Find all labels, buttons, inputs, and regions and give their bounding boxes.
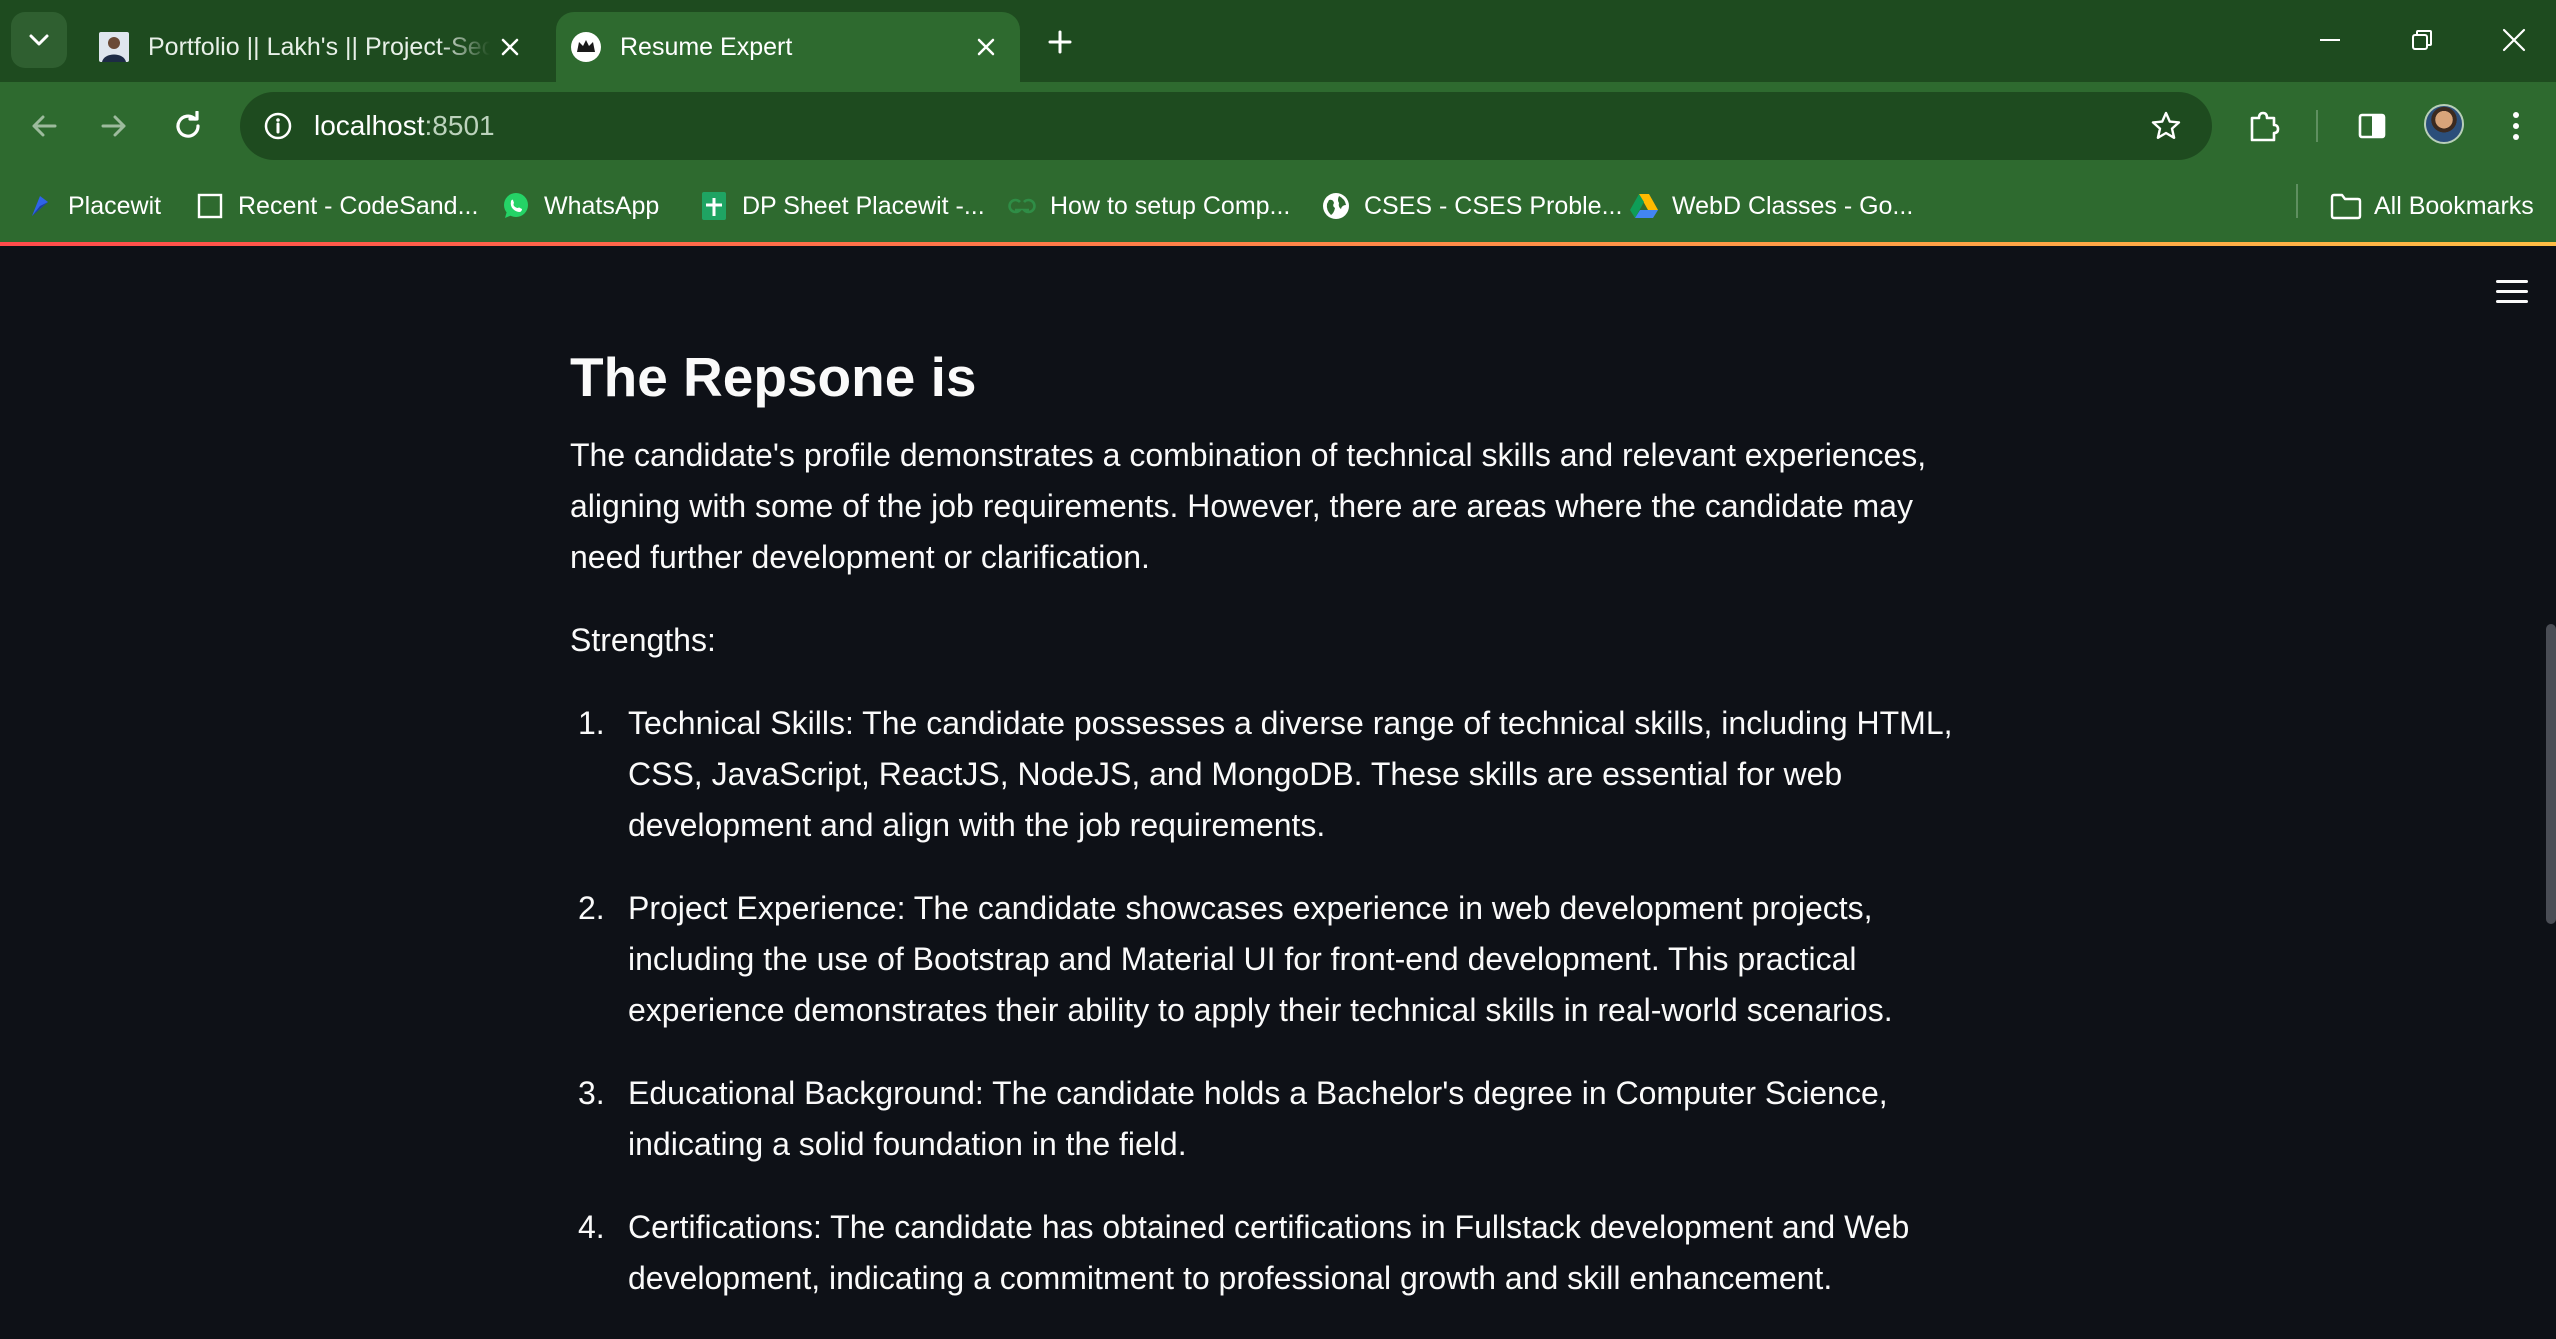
- list-item-text: Certifications: The candidate has obtain…: [628, 1209, 1910, 1296]
- title-bar: Portfolio || Lakh's || Project-Section R…: [0, 0, 2556, 82]
- bookmark-whatsapp[interactable]: WhatsApp: [500, 188, 659, 224]
- browser-menu-button[interactable]: [2492, 102, 2540, 150]
- reload-button[interactable]: [164, 102, 212, 150]
- more-vertical-icon: [2513, 112, 2519, 140]
- toolbar-divider: [2316, 110, 2318, 142]
- app-menu-button[interactable]: [2496, 280, 2528, 306]
- bookmark-label: DP Sheet Placewit -...: [742, 191, 985, 220]
- plus-icon: [1048, 30, 1072, 54]
- list-number: 1.: [578, 705, 605, 741]
- list-item: 3. Educational Background: The candidate …: [570, 1068, 1990, 1170]
- site-info-button[interactable]: [258, 106, 298, 146]
- close-window-button[interactable]: [2484, 14, 2544, 66]
- globe-icon: [1320, 190, 1352, 222]
- all-bookmarks-button[interactable]: All Bookmarks: [2330, 188, 2534, 224]
- sheets-icon: [698, 190, 730, 222]
- tab-close-button[interactable]: [966, 27, 1006, 67]
- extensions-button[interactable]: [2240, 102, 2288, 150]
- arrow-right-icon: [101, 115, 126, 137]
- close-icon: [977, 38, 995, 56]
- strengths-list: 1. Technical Skills: The candidate posses…: [570, 698, 1990, 1304]
- gfg-icon: [1006, 190, 1038, 222]
- list-item: 2. Project Experience: The candidate show…: [570, 883, 1990, 1036]
- tab-resume-expert[interactable]: Resume Expert: [556, 12, 1020, 82]
- star-icon: [2151, 111, 2181, 139]
- bookmarks-bar: Placewit Recent - CodeSand... WhatsApp D…: [0, 170, 2556, 242]
- bookmark-label: How to setup Comp...: [1050, 191, 1291, 220]
- placewit-icon: [24, 190, 56, 222]
- list-number: 4.: [578, 1209, 605, 1245]
- menu-line: [2496, 290, 2528, 293]
- bookmark-label: CSES - CSES Proble...: [1364, 191, 1623, 220]
- minimize-button[interactable]: [2300, 14, 2360, 66]
- bookmark-star-button[interactable]: [2144, 104, 2188, 148]
- bookmark-label: WhatsApp: [544, 191, 660, 220]
- arrow-left-icon: [32, 115, 57, 137]
- response-content: The Repsone is The candidate's profile d…: [570, 342, 1990, 1336]
- bookmark-cses[interactable]: CSES - CSES Proble...: [1320, 188, 1622, 224]
- bookmark-placewit[interactable]: Placewit: [24, 188, 161, 224]
- profile-avatar[interactable]: [2424, 104, 2464, 144]
- tab-portfolio[interactable]: Portfolio || Lakh's || Project-Section: [84, 12, 544, 82]
- folder-icon: [2330, 190, 2362, 222]
- restore-icon: [2412, 30, 2432, 50]
- forward-button[interactable]: [90, 102, 138, 150]
- page-scrollbar[interactable]: [2546, 624, 2556, 924]
- bookmark-label: WebD Classes - Go...: [1672, 191, 1914, 220]
- info-icon: [264, 112, 292, 140]
- tab-search-button[interactable]: [11, 12, 67, 68]
- page-heading: The Repsone is: [570, 346, 977, 408]
- url-text[interactable]: localhost:8501: [314, 110, 495, 142]
- strengths-label: Strengths:: [570, 622, 716, 658]
- tab-close-button[interactable]: [490, 27, 530, 67]
- minimize-icon: [2320, 39, 2340, 41]
- tab-title: Portfolio || Lakh's || Project-Section: [148, 32, 490, 61]
- tab-title: Resume Expert: [620, 32, 793, 61]
- bookmarks-divider: [2296, 184, 2298, 218]
- bookmark-label: Placewit: [68, 191, 162, 220]
- browser-toolbar: localhost:8501: [0, 82, 2556, 170]
- new-tab-button[interactable]: [1038, 20, 1082, 64]
- bookmark-gfg[interactable]: How to setup Comp...: [1006, 188, 1290, 224]
- app-main: The Repsone is The candidate's profile d…: [0, 246, 2556, 1339]
- bookmark-dp-sheet[interactable]: DP Sheet Placewit -...: [698, 188, 985, 224]
- list-item: 1. Technical Skills: The candidate posses…: [570, 698, 1990, 851]
- address-bar[interactable]: localhost:8501: [240, 92, 2212, 160]
- response-intro: The candidate's profile demonstrates a c…: [570, 437, 1927, 575]
- url-port: :8501: [424, 110, 495, 141]
- drive-icon: [1628, 190, 1660, 222]
- list-item-text: Educational Background: The candidate ho…: [628, 1075, 1888, 1162]
- whatsapp-icon: [500, 190, 532, 222]
- codesandbox-icon: [194, 190, 226, 222]
- close-icon: [2502, 28, 2526, 52]
- side-panel-button[interactable]: [2348, 102, 2396, 150]
- back-button[interactable]: [20, 102, 68, 150]
- list-number: 3.: [578, 1075, 605, 1111]
- close-icon: [501, 38, 519, 56]
- bookmark-webd-classes[interactable]: WebD Classes - Go...: [1628, 188, 1913, 224]
- bookmark-label: All Bookmarks: [2374, 191, 2534, 220]
- list-item-text: Project Experience: The candidate showca…: [628, 890, 1893, 1028]
- bookmark-label: Recent - CodeSand...: [238, 191, 479, 220]
- list-item-text: Technical Skills: The candidate possesse…: [628, 705, 1953, 843]
- side-panel-icon: [2358, 113, 2386, 139]
- puzzle-icon: [2250, 111, 2280, 142]
- bookmark-codesandbox[interactable]: Recent - CodeSand...: [194, 188, 478, 224]
- chevron-down-icon: [29, 34, 49, 46]
- portfolio-favicon-icon: [99, 32, 129, 62]
- streamlit-favicon-icon: [571, 32, 601, 62]
- restore-button[interactable]: [2392, 14, 2452, 66]
- url-host: localhost: [314, 110, 425, 141]
- reload-icon: [176, 111, 200, 138]
- menu-line: [2496, 300, 2528, 303]
- list-number: 2.: [578, 890, 605, 926]
- list-item: 4. Certifications: The candidate has obta…: [570, 1202, 1990, 1304]
- menu-line: [2496, 280, 2528, 283]
